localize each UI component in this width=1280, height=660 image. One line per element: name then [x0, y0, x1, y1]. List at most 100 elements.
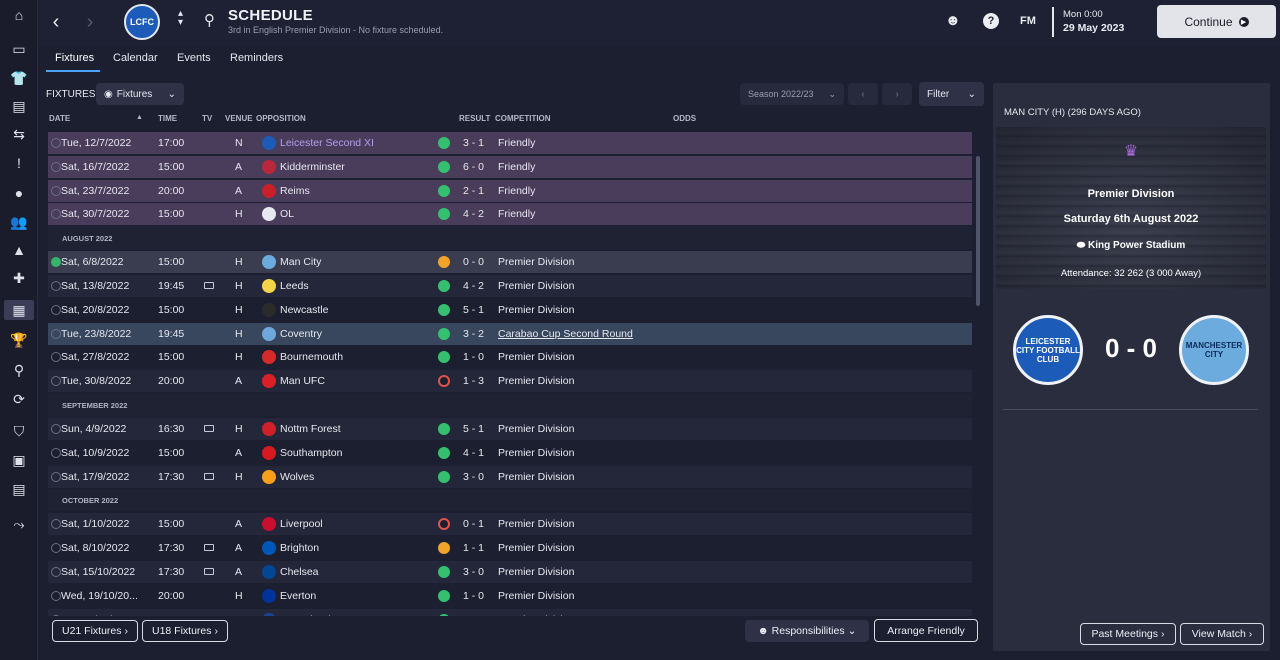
- fixture-row[interactable]: Sat, 17/9/2022 17:30 H Wolves 3 - 0 Premier D…: [48, 465, 972, 488]
- back-arrow-icon[interactable]: ‹: [44, 10, 68, 34]
- col-competition[interactable]: COMPETITION: [495, 114, 551, 123]
- tab-reminders[interactable]: Reminders: [230, 52, 283, 64]
- row-checkbox[interactable]: [51, 328, 61, 339]
- col-date[interactable]: DATE: [49, 114, 70, 123]
- home-team-crest[interactable]: LEICESTER CITY FOOTBALL CLUB: [1013, 315, 1083, 385]
- opposition-name[interactable]: Man UFC: [280, 375, 325, 387]
- prev-season-button[interactable]: ‹: [848, 83, 878, 105]
- competition-name[interactable]: Premier Division: [498, 375, 574, 387]
- col-tv[interactable]: TV: [202, 114, 212, 123]
- competition-name[interactable]: Premier Division: [498, 566, 574, 578]
- row-checkbox[interactable]: [51, 185, 61, 196]
- row-checkbox[interactable]: [51, 138, 61, 148]
- tab-calendar[interactable]: Calendar: [113, 52, 158, 64]
- row-checkbox[interactable]: [51, 161, 61, 172]
- u21-fixtures-button[interactable]: U21 Fixtures ›: [52, 620, 138, 642]
- competition-name[interactable]: Friendly: [498, 137, 535, 149]
- club-info-icon[interactable]: ⛉: [9, 421, 29, 441]
- competition-name[interactable]: Premier Division: [498, 471, 574, 483]
- opposition-name[interactable]: Man City: [280, 256, 321, 268]
- fixture-row[interactable]: Tue, 12/7/2022 17:00 N Leicester Second XI 3…: [48, 132, 972, 154]
- development-icon[interactable]: ▤: [9, 479, 29, 499]
- row-checkbox[interactable]: [51, 352, 61, 363]
- home-icon[interactable]: ⌂: [9, 5, 29, 25]
- col-time[interactable]: TIME: [158, 114, 177, 123]
- competitions-icon[interactable]: 🏆: [9, 330, 29, 350]
- help-icon[interactable]: ?: [983, 13, 999, 29]
- row-checkbox[interactable]: [51, 281, 61, 291]
- competition-name[interactable]: Premier Division: [498, 542, 574, 554]
- scrollbar[interactable]: [976, 156, 980, 306]
- opposition-name[interactable]: Leicester Second XI: [280, 137, 374, 149]
- opposition-name[interactable]: Everton: [280, 590, 316, 602]
- competition-name[interactable]: Premier Division: [498, 518, 574, 530]
- fixture-row[interactable]: Tue, 30/8/2022 20:00 A Man UFC 1 - 3 Premier …: [48, 370, 972, 393]
- responsibilities-button[interactable]: ☻ Responsibilities ⌄: [745, 620, 869, 642]
- fixture-row[interactable]: Sat, 22/10/2022 15:00 A Crystal Palace 5 - 2…: [48, 608, 972, 616]
- row-checkbox[interactable]: [51, 543, 61, 554]
- opposition-name[interactable]: Liverpool: [280, 518, 323, 530]
- opposition-name[interactable]: Chelsea: [280, 566, 319, 578]
- opposition-name[interactable]: Coventry: [280, 328, 322, 340]
- row-checkbox[interactable]: [51, 424, 61, 434]
- row-checkbox[interactable]: [51, 567, 61, 577]
- next-season-button[interactable]: ›: [882, 83, 912, 105]
- opposition-name[interactable]: OL: [280, 208, 294, 220]
- transfer-hub-icon[interactable]: ⟳: [9, 389, 29, 409]
- fixture-row[interactable]: Tue, 23/8/2022 19:45 H Coventry 3 - 2 Carabao…: [48, 322, 972, 345]
- manager-avatar-icon[interactable]: ☻: [945, 12, 961, 29]
- competition-name[interactable]: Premier Division: [498, 304, 574, 316]
- season-select[interactable]: Season 2022/23 ⌄: [740, 83, 844, 105]
- continue-button[interactable]: Continue ▶: [1157, 5, 1276, 38]
- col-opposition[interactable]: OPPOSITION: [256, 114, 306, 123]
- opposition-name[interactable]: Newcastle: [280, 304, 328, 316]
- col-odds[interactable]: ODDS: [673, 114, 696, 123]
- fixture-row[interactable]: Sat, 1/10/2022 15:00 A Liverpool 0 - 1 Premie…: [48, 513, 972, 536]
- fixture-row[interactable]: Sat, 15/10/2022 17:30 A Chelsea 3 - 0 Premier…: [48, 561, 972, 583]
- opposition-name[interactable]: Bournemouth: [280, 351, 343, 363]
- opposition-name[interactable]: Crystal Palace: [280, 614, 348, 616]
- past-meetings-button[interactable]: Past Meetings ›: [1080, 623, 1176, 645]
- competition-name[interactable]: Carabao Cup Second Round: [498, 328, 633, 340]
- away-team-crest[interactable]: MANCHESTER CITY: [1179, 315, 1249, 385]
- opposition-name[interactable]: Leeds: [280, 280, 309, 292]
- schedule-icon[interactable]: ▦: [4, 300, 34, 320]
- scouting-icon[interactable]: ⚲: [9, 360, 29, 380]
- fixture-row[interactable]: Sat, 16/7/2022 15:00 A Kidderminster 6 - 0 Fr…: [48, 155, 972, 178]
- reports-icon[interactable]: !: [9, 153, 29, 173]
- row-checkbox[interactable]: [51, 209, 61, 220]
- search-icon[interactable]: ⚲: [204, 11, 215, 29]
- arrange-friendly-button[interactable]: Arrange Friendly: [874, 619, 978, 642]
- competition-name[interactable]: Friendly: [498, 208, 535, 220]
- opposition-name[interactable]: Nottm Forest: [280, 423, 341, 435]
- inbox-icon[interactable]: ▭: [9, 39, 29, 59]
- col-venue[interactable]: VENUE: [225, 114, 253, 123]
- club-switcher-icon[interactable]: ▴ ▾: [178, 9, 183, 28]
- view-match-button[interactable]: View Match ›: [1180, 623, 1264, 645]
- tab-events[interactable]: Events: [177, 52, 211, 64]
- u18-fixtures-button[interactable]: U18 Fixtures ›: [142, 620, 228, 642]
- row-checkbox[interactable]: [51, 376, 61, 387]
- fm-menu-button[interactable]: FM: [1020, 15, 1036, 27]
- fixture-row[interactable]: Sun, 4/9/2022 16:30 H Nottm Forest 5 - 1 Prem…: [48, 418, 972, 440]
- competition-name[interactable]: Friendly: [498, 161, 535, 173]
- fixture-row[interactable]: Sat, 8/10/2022 17:30 A Brighton 1 - 1 Premier…: [48, 537, 972, 559]
- competition-name[interactable]: Premier Division: [498, 280, 574, 292]
- staff-icon[interactable]: 👥: [9, 212, 29, 232]
- forward-arrow-icon[interactable]: ›: [78, 10, 102, 34]
- row-checkbox[interactable]: [51, 304, 61, 315]
- club-crest[interactable]: LCFC: [124, 4, 160, 40]
- fixture-row[interactable]: Sat, 13/8/2022 19:45 H Leeds 4 - 2 Premier Di…: [48, 275, 972, 297]
- competition-name[interactable]: Premier Division: [498, 351, 574, 363]
- view-select[interactable]: ◉ Fixtures ⌄: [96, 83, 184, 105]
- competition-name[interactable]: Premier Division: [498, 590, 574, 602]
- squad-icon[interactable]: 👕: [9, 68, 29, 88]
- transfers-icon[interactable]: ⇆: [9, 124, 29, 144]
- fixture-row[interactable]: Sat, 20/8/2022 15:00 H Newcastle 5 - 1 Premie…: [48, 299, 972, 321]
- row-checkbox[interactable]: [51, 590, 61, 601]
- competition-name[interactable]: Premier Division: [498, 614, 574, 616]
- filter-button[interactable]: Filter ⌄: [919, 82, 984, 106]
- row-checkbox[interactable]: [51, 471, 61, 482]
- competition-name[interactable]: Friendly: [498, 185, 535, 197]
- opposition-name[interactable]: Brighton: [280, 542, 319, 554]
